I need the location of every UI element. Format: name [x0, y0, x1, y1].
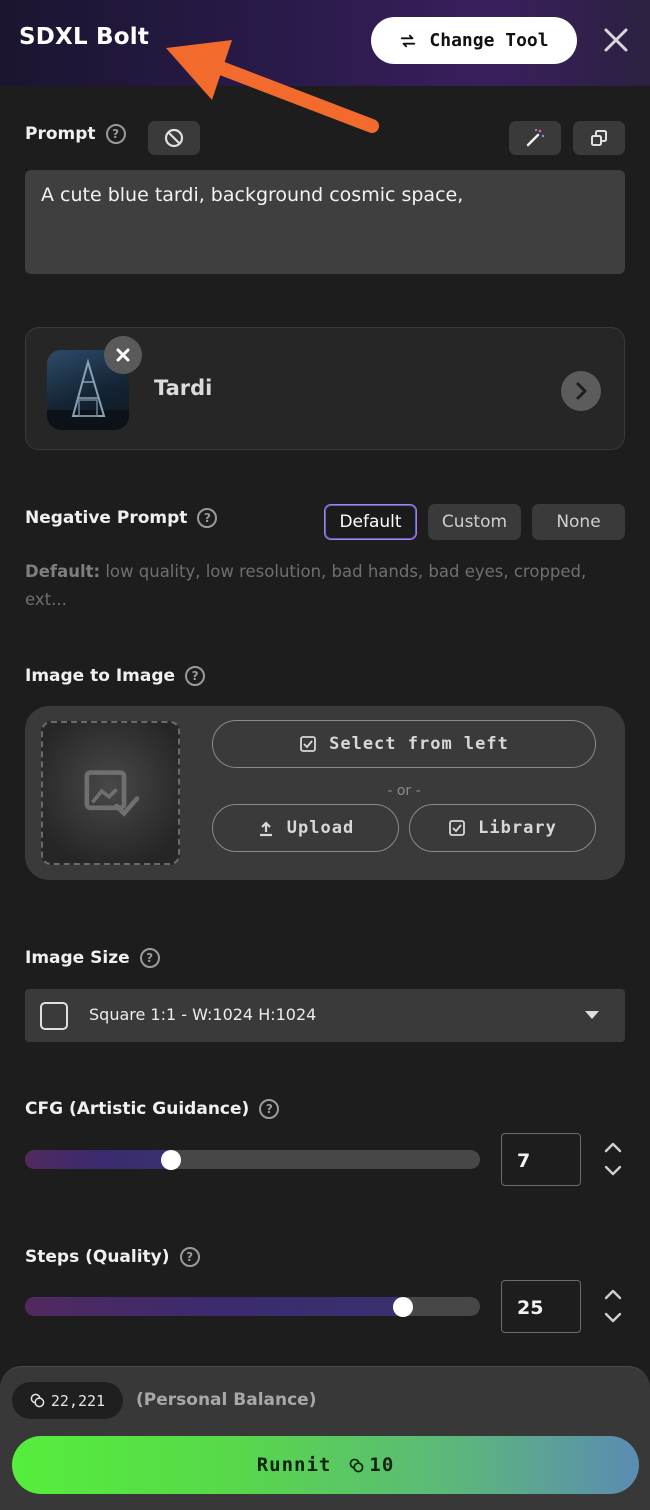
balance-chip[interactable]: 22,221 — [12, 1382, 123, 1419]
image-to-image-panel: Select from left - or - Upload Library — [25, 706, 625, 880]
model-card[interactable]: Tardi — [25, 327, 625, 450]
upload-icon — [259, 821, 272, 837]
close-icon[interactable] — [600, 24, 632, 56]
runnit-cost-value: 10 — [369, 1454, 395, 1476]
close-icon — [116, 348, 130, 362]
library-label: Library — [478, 818, 557, 838]
steps-label-text: Steps (Quality) — [25, 1247, 170, 1267]
help-icon[interactable]: ? — [259, 1099, 280, 1119]
prompt-label-text: Prompt — [25, 124, 96, 144]
cfg-stepper-icon[interactable] — [601, 1139, 625, 1183]
image-to-image-label: Image to Image ? — [25, 666, 206, 686]
image-placeholder-icon — [84, 770, 139, 817]
negative-custom-option[interactable]: Custom — [428, 504, 521, 540]
square-ratio-icon — [40, 1002, 68, 1030]
cfg-input[interactable]: 7 — [501, 1133, 581, 1186]
checkbox-icon — [449, 820, 466, 836]
negative-prompt-label-text: Negative Prompt — [25, 508, 188, 528]
cfg-label-text: CFG (Artistic Guidance) — [25, 1099, 250, 1119]
select-from-left-label: Select from left — [329, 734, 509, 754]
magic-wand-icon — [526, 128, 545, 147]
prompt-label: Prompt ? — [25, 124, 126, 144]
chevron-right-icon — [576, 382, 587, 400]
prompt-input[interactable]: A cute blue tardi, background cosmic spa… — [25, 170, 625, 274]
negative-default-prefix: Default: — [25, 562, 101, 581]
runnit-cost: 10 — [349, 1454, 394, 1476]
steps-slider-thumb[interactable] — [392, 1297, 413, 1317]
swap-arrows-icon — [401, 34, 416, 47]
help-icon[interactable]: ? — [179, 1247, 200, 1267]
model-select-button[interactable] — [561, 371, 601, 411]
cfg-slider[interactable] — [25, 1150, 480, 1169]
steps-input[interactable]: 25 — [501, 1280, 581, 1333]
negative-prompt-label: Negative Prompt ? — [25, 508, 218, 528]
steps-slider-fill — [25, 1297, 403, 1316]
or-divider: - or - — [387, 783, 421, 799]
image-size-value: Square 1:1 - W:1024 H:1024 — [89, 1005, 317, 1024]
balance-label: (Personal Balance) — [136, 1390, 317, 1410]
footer: 22,221 (Personal Balance) Runnit 10 — [0, 1366, 650, 1510]
library-button[interactable]: Library — [409, 804, 596, 852]
model-name: Tardi — [154, 376, 213, 400]
select-from-left-button[interactable]: Select from left — [212, 720, 596, 768]
caret-down-icon — [585, 1011, 599, 1019]
checkbox-icon — [300, 736, 317, 752]
image-size-label-text: Image Size — [25, 948, 130, 968]
upload-button[interactable]: Upload — [212, 804, 399, 852]
change-tool-button[interactable]: Change Tool — [371, 17, 577, 64]
negative-default-text: Default: low quality, low resolution, ba… — [25, 558, 605, 614]
cfg-slider-thumb[interactable] — [160, 1150, 181, 1170]
upload-label: Upload — [286, 818, 355, 838]
image-size-label: Image Size ? — [25, 948, 160, 968]
help-icon[interactable]: ? — [105, 124, 126, 144]
clear-icon — [164, 128, 184, 148]
negative-default-option[interactable]: Default — [324, 504, 417, 540]
negative-default-value: low quality, low resolution, bad hands, … — [25, 562, 587, 609]
help-icon[interactable]: ? — [139, 948, 160, 968]
cfg-label: CFG (Artistic Guidance) ? — [25, 1099, 280, 1119]
steps-label: Steps (Quality) ? — [25, 1247, 200, 1267]
help-icon[interactable]: ? — [185, 666, 206, 686]
cfg-slider-fill — [25, 1150, 171, 1169]
negative-none-option[interactable]: None — [532, 504, 625, 540]
enhance-prompt-button[interactable] — [509, 121, 561, 155]
copy-prompt-button[interactable] — [573, 121, 625, 155]
coin-icon — [349, 1458, 364, 1472]
balance-value: 22,221 — [50, 1391, 106, 1410]
runnit-button[interactable]: Runnit 10 — [12, 1436, 639, 1494]
coin-icon — [30, 1393, 45, 1408]
change-tool-label: Change Tool — [429, 30, 549, 51]
copy-icon — [591, 130, 607, 146]
image-size-select[interactable]: Square 1:1 - W:1024 H:1024 — [25, 989, 625, 1042]
clear-prompt-button[interactable] — [148, 121, 200, 155]
remove-model-button[interactable] — [104, 336, 142, 374]
image-to-image-label-text: Image to Image — [25, 666, 176, 686]
app-title: SDXL Bolt — [19, 24, 150, 50]
steps-stepper-icon[interactable] — [601, 1286, 625, 1330]
runnit-label: Runnit — [256, 1454, 332, 1476]
image-drop-zone[interactable] — [41, 721, 180, 865]
help-icon[interactable]: ? — [197, 508, 218, 528]
